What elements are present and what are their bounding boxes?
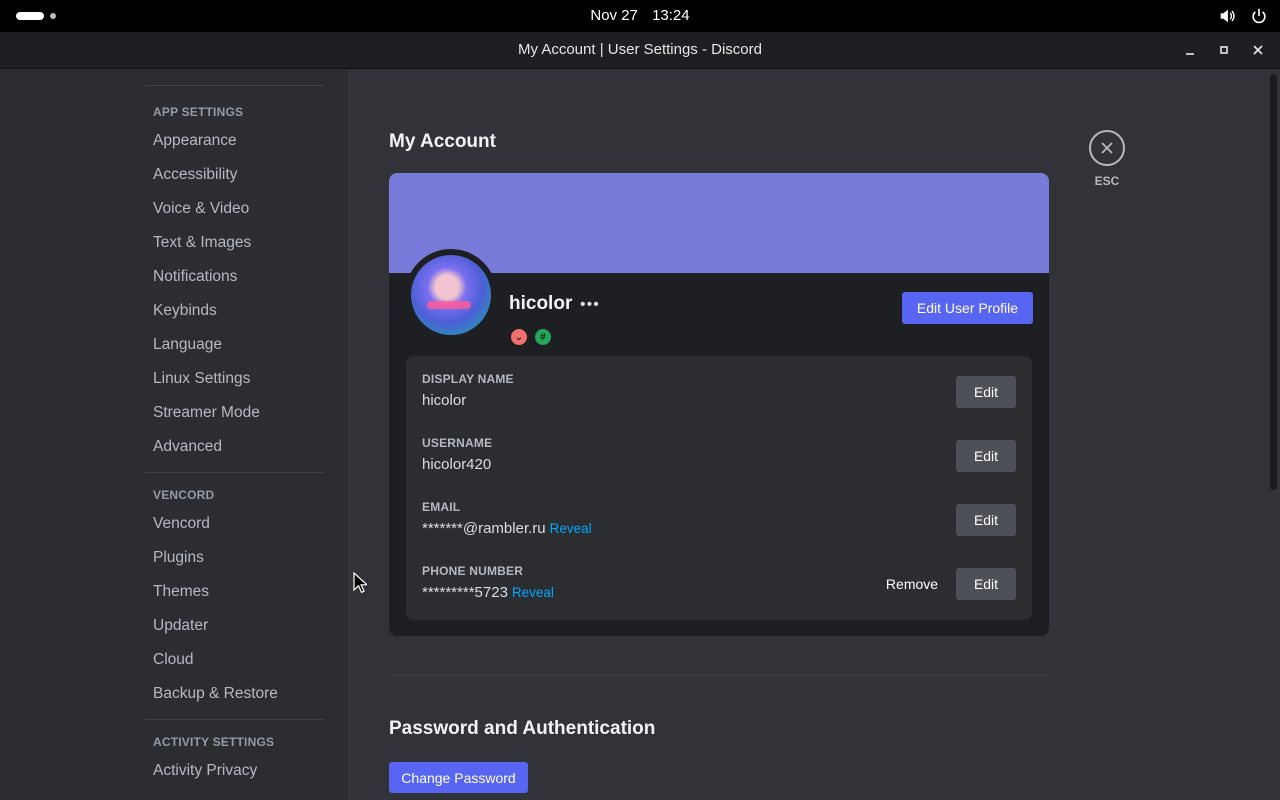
section-divider	[389, 675, 1049, 676]
sidebar-item-cloud[interactable]: Cloud	[145, 643, 325, 677]
sidebar-item-keybinds[interactable]: Keybinds	[145, 294, 325, 328]
sidebar-item-notifications[interactable]: Notifications	[145, 260, 325, 294]
window-title-bar[interactable]: My Account | User Settings - Discord	[0, 32, 1280, 69]
hypesquad-badge-icon[interactable]: #	[535, 329, 551, 345]
email-value: *******@rambler.ru	[422, 520, 546, 537]
sidebar-item-streamer-mode[interactable]: Streamer Mode	[145, 396, 325, 430]
profile-card: hicolor ••• ⌄ # Edit User Profile DISPLA…	[389, 173, 1049, 636]
sidebar-item-themes[interactable]: Themes	[145, 575, 325, 609]
avatar[interactable]	[411, 255, 491, 335]
mouse-cursor-icon	[353, 572, 367, 594]
profile-banner	[389, 173, 1049, 273]
system-top-bar: Nov 27 13:24	[0, 0, 1280, 32]
edit-display-name-button[interactable]: Edit	[956, 376, 1016, 408]
password-section-title: Password and Authentication	[389, 718, 656, 739]
field-label: DISPLAY NAME	[422, 372, 514, 386]
sidebar-item-accessibility[interactable]: Accessibility	[145, 158, 325, 192]
sidebar-item-advanced[interactable]: Advanced	[145, 430, 325, 464]
remove-phone-button[interactable]: Remove	[876, 568, 948, 600]
clock-date: Nov 27	[590, 7, 638, 24]
sidebar-item-activity-privacy[interactable]: Activity Privacy	[145, 754, 325, 788]
sidebar-item-language[interactable]: Language	[145, 328, 325, 362]
sidebar-item-voice-video[interactable]: Voice & Video	[145, 192, 325, 226]
field-username: USERNAME hicolor420 Edit	[422, 436, 1016, 484]
power-icon[interactable]	[1250, 7, 1268, 25]
change-password-button[interactable]: Change Password	[389, 762, 528, 793]
esc-label: ESC	[1094, 174, 1120, 188]
display-name-value: hicolor	[422, 392, 467, 409]
sidebar-section-heading: ACTIVITY SETTINGS	[153, 735, 275, 749]
sidebar-item-updater[interactable]: Updater	[145, 609, 325, 643]
phone-value: *********5723	[422, 584, 508, 601]
field-phone: PHONE NUMBER *********5723 Reveal Remove …	[422, 564, 1016, 612]
profile-badges: ⌄ #	[511, 329, 551, 345]
clock-time: 13:24	[652, 7, 690, 24]
sidebar-item-appearance[interactable]: Appearance	[145, 124, 325, 158]
sidebar-item-linux-settings[interactable]: Linux Settings	[145, 362, 325, 396]
account-fields: DISPLAY NAME hicolor Edit USERNAME hicol…	[406, 356, 1032, 620]
sidebar-section-heading: APP SETTINGS	[153, 105, 244, 119]
sidebar-section-heading: VENCORD	[153, 488, 215, 502]
edit-username-button[interactable]: Edit	[956, 440, 1016, 472]
field-value: hicolor420	[422, 456, 1016, 473]
page-title: My Account	[389, 131, 496, 152]
field-display-name: DISPLAY NAME hicolor Edit	[422, 372, 1016, 420]
clock[interactable]: Nov 27 13:24	[0, 7, 1280, 24]
settings-content: My Account ESC hicolor ••• ⌄ # Edit User…	[348, 69, 1268, 800]
edit-phone-button[interactable]: Edit	[956, 568, 1016, 600]
minimize-icon	[1186, 53, 1194, 55]
sidebar-item-text-images[interactable]: Text & Images	[145, 226, 325, 260]
field-label: EMAIL	[422, 500, 461, 514]
field-value: hicolor	[422, 392, 1016, 409]
minimize-button[interactable]	[1176, 38, 1204, 62]
profile-username: hicolor	[509, 293, 573, 314]
close-icon	[1253, 45, 1263, 55]
sidebar-item-plugins[interactable]: Plugins	[145, 541, 325, 575]
edit-email-button[interactable]: Edit	[956, 504, 1016, 536]
reveal-phone-link[interactable]: Reveal	[512, 585, 554, 600]
system-tray[interactable]	[1218, 7, 1268, 25]
close-circle[interactable]	[1089, 130, 1125, 166]
reveal-email-link[interactable]: Reveal	[550, 521, 592, 536]
field-label: USERNAME	[422, 436, 493, 450]
sidebar-item-backup-restore[interactable]: Backup & Restore	[145, 677, 325, 711]
scrollbar-thumb[interactable]	[1270, 74, 1277, 490]
settings-sidebar: APP SETTINGS Appearance Accessibility Vo…	[0, 69, 348, 800]
field-value: *******@rambler.ru Reveal	[422, 520, 1016, 537]
avatar-frame	[405, 249, 497, 341]
close-icon	[1101, 142, 1113, 154]
username-value: hicolor420	[422, 456, 492, 473]
close-window-button[interactable]	[1244, 38, 1272, 62]
close-settings-button[interactable]: ESC	[1089, 130, 1125, 188]
sidebar-item-vencord[interactable]: Vencord	[145, 507, 325, 541]
volume-icon[interactable]	[1218, 7, 1236, 25]
field-email: EMAIL *******@rambler.ru Reveal Edit	[422, 500, 1016, 548]
window-controls	[1176, 38, 1272, 62]
nitro-badge-icon[interactable]: ⌄	[511, 329, 527, 345]
maximize-button[interactable]	[1210, 38, 1238, 62]
more-options-icon[interactable]: •••	[580, 296, 600, 314]
maximize-icon	[1220, 46, 1228, 54]
edit-user-profile-button[interactable]: Edit User Profile	[902, 292, 1033, 324]
window-title: My Account | User Settings - Discord	[518, 41, 762, 58]
